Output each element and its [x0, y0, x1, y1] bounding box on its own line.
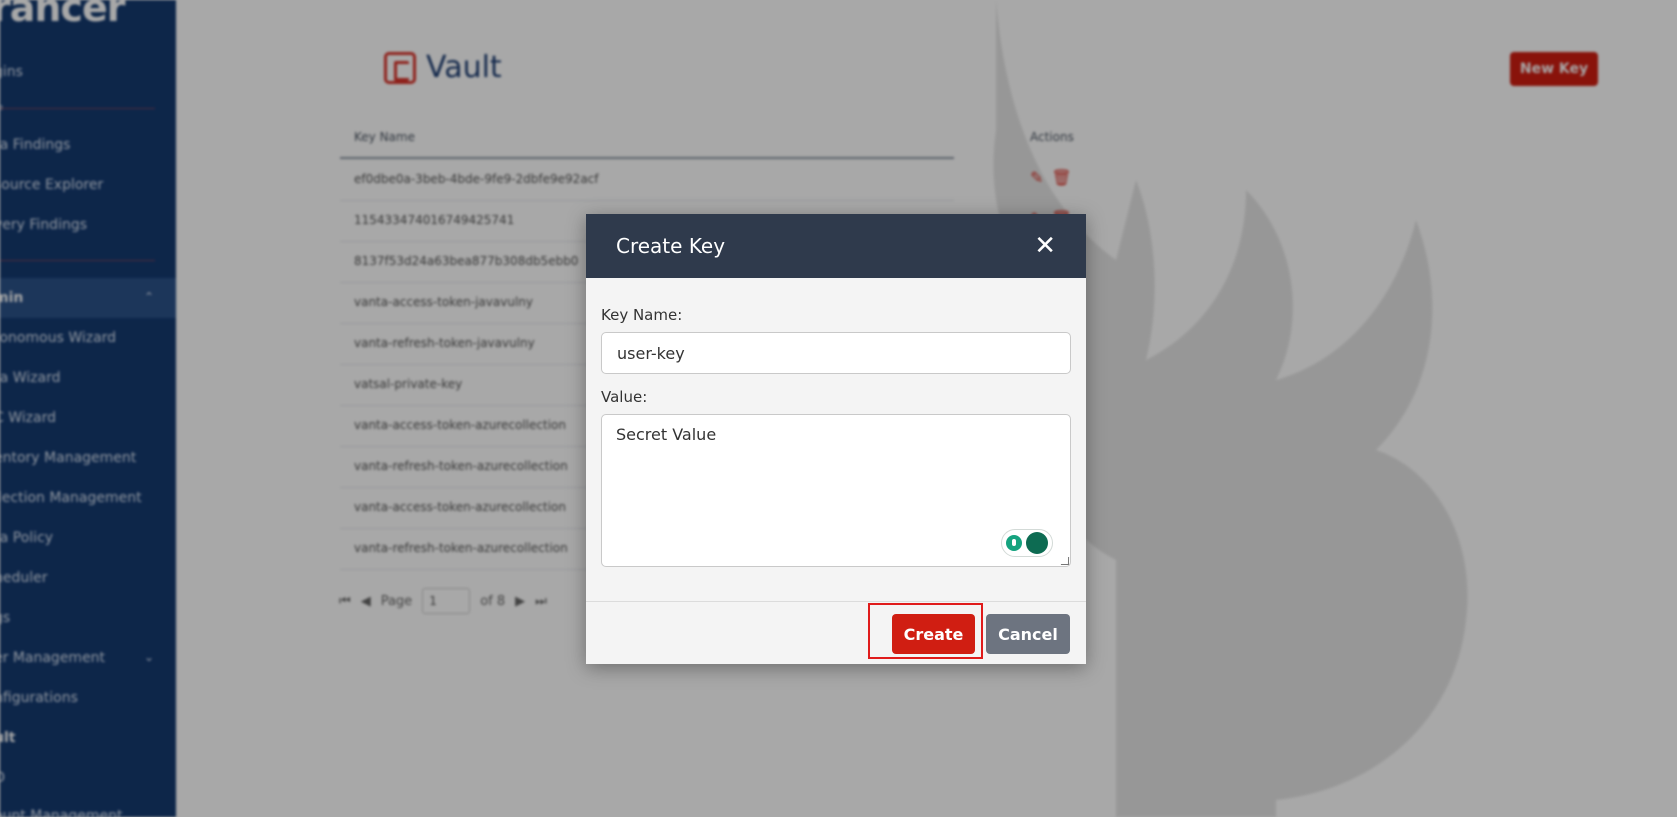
modal-header: Create Key ✕ — [586, 214, 1086, 278]
modal-footer: Create Cancel — [586, 601, 1086, 664]
key-name-label: Key Name: — [601, 306, 683, 324]
close-icon[interactable]: ✕ — [1034, 233, 1056, 259]
grammarly-icon[interactable] — [1026, 532, 1048, 554]
modal-title: Create Key — [616, 234, 726, 258]
grammarly-widget[interactable] — [1001, 529, 1053, 557]
create-key-modal: Create Key ✕ Key Name: Value: Secret Val… — [586, 214, 1086, 664]
value-label: Value: — [601, 388, 648, 406]
key-name-input[interactable] — [601, 332, 1071, 374]
create-button[interactable]: Create — [892, 614, 975, 654]
resize-handle[interactable] — [1060, 557, 1070, 565]
cancel-button[interactable]: Cancel — [986, 614, 1070, 654]
modal-body: Key Name: Value: Secret Value — [586, 278, 1086, 601]
lightbulb-icon[interactable] — [1006, 535, 1022, 551]
value-field-wrapper: Secret Value — [601, 414, 1071, 567]
